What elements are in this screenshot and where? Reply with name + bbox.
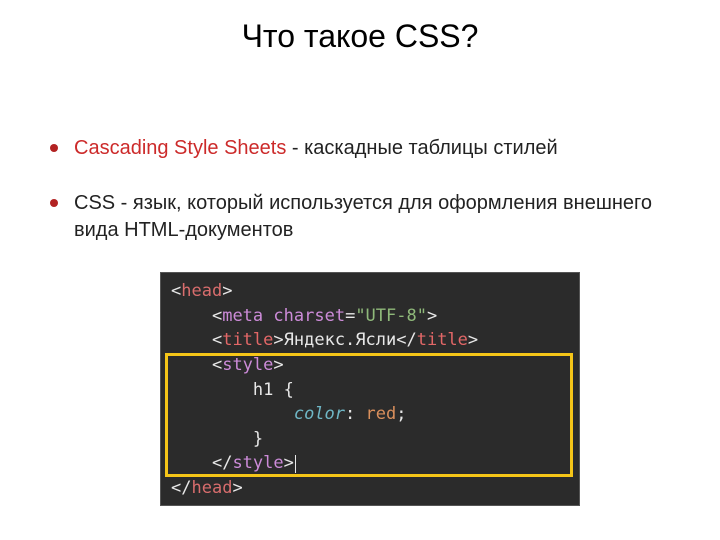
tag-title-close: title [417,330,468,350]
slide-title: Что такое CSS? [0,0,720,55]
bullet-list: Cascading Style Sheets - каскадные табли… [50,135,670,244]
css-selector: h1 [253,380,273,400]
code-snippet: <head> <meta charset="UTF-8"> <title>Янд… [160,272,580,506]
css-property: color [294,404,345,424]
term-highlight: Cascading Style Sheets [74,137,286,159]
slide-content: Cascading Style Sheets - каскадные табли… [0,55,720,506]
list-item: CSS - язык, который используется для офо… [50,190,670,244]
tag-meta: meta [222,306,263,326]
title-content: Яндекс.Ясли [284,330,397,350]
attr-value: "UTF-8" [355,306,427,326]
tag-style-open: style [222,355,273,375]
css-value: red [366,404,397,424]
list-item: Cascading Style Sheets - каскадные табли… [50,135,670,162]
tag-head-close: head [191,478,232,498]
tag-style-close: style [232,453,283,473]
tag-head-open: head [181,281,222,301]
attr-charset: charset [273,306,345,326]
cursor-icon [295,455,296,473]
bullet-text: CSS - язык, который используется для офо… [74,192,652,241]
tag-title-open: title [222,330,273,350]
bullet-text: - каскадные таблицы стилей [286,137,557,159]
